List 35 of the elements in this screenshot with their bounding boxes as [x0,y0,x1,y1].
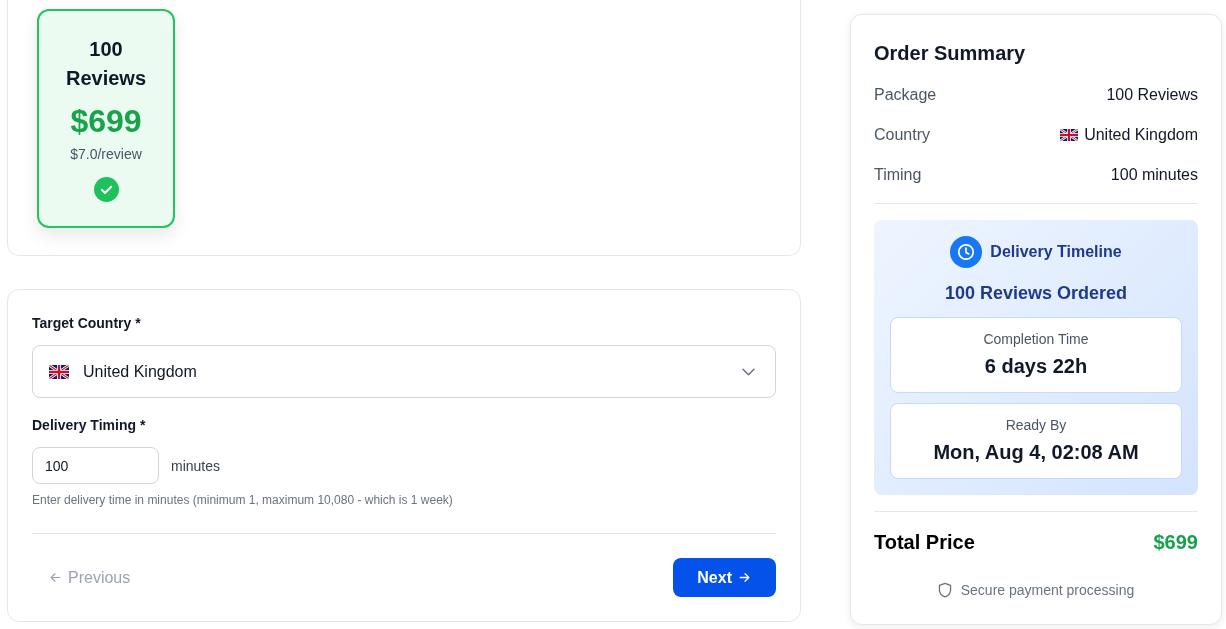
country-select[interactable]: United Kingdom [32,345,776,398]
summary-label: Country [874,125,931,145]
field-label: Delivery Timing * [32,416,147,435]
info-label: Ready By [1004,416,1068,435]
timeline-subtitle: 100 Reviews Ordered [943,282,1129,305]
unit-price: $7.0/review [70,145,142,164]
shield-icon [937,582,952,598]
info-label: Completion Time [982,330,1090,349]
clock-icon [950,236,983,268]
total-label: Total Price [874,530,975,555]
unit-label: minutes [171,457,221,474]
secure-note: Secure payment processing [960,581,1135,600]
next-button[interactable]: Next [673,558,776,597]
summary-label: Package [874,85,937,105]
timing-input[interactable]: 100 [32,447,159,484]
package-price: $699 [70,102,142,141]
summary-value: 100 Reviews [1106,85,1198,105]
summary-value: United Kingdom [1084,125,1198,145]
package-title: 100 Reviews [64,37,148,91]
help-text: Enter delivery time in minutes (minimum 1, maximum 10,080 - which is 1 week) [32,492,454,508]
arrow-right-icon [738,571,751,584]
summary-value: 100 minutes [1110,165,1198,185]
package-option-card[interactable]: 100 Reviews $699 $7.0/review [37,9,175,228]
check-circle-icon [93,177,119,202]
timeline-title: Delivery Timeline [990,242,1122,262]
summary-title: Order Summary [874,41,1027,66]
total-price: $699 [1153,530,1198,555]
info-value: 6 days 22h [983,354,1089,379]
summary-label: Timing [874,165,922,185]
flag-icon [1060,129,1079,141]
chevron-down-icon [742,367,755,376]
info-value: Mon, Aug 4, 02:08 AM [932,440,1140,465]
arrow-left-icon [49,571,62,584]
flag-icon [49,364,69,379]
field-label: Target Country * [32,314,142,333]
